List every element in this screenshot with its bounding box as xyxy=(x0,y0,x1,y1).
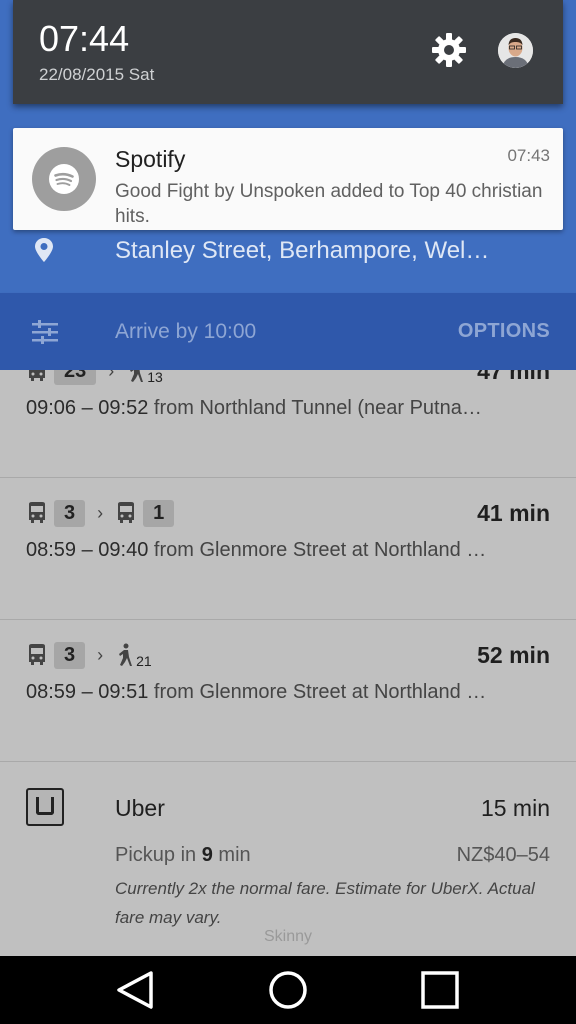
navigation-bar xyxy=(0,956,576,1024)
uber-price: NZ$40–54 xyxy=(456,844,550,866)
notification-time: 07:43 xyxy=(507,146,550,165)
walk-minutes: 21 xyxy=(136,653,152,669)
uber-eta: 15 min xyxy=(480,795,550,821)
route-times: 09:06 – 09:52 from Northland Tunnel (nea… xyxy=(26,397,482,420)
bus-number-badge: 23 xyxy=(54,370,97,385)
route-duration: 41 min xyxy=(477,500,550,526)
route-duration: 52 min xyxy=(477,642,550,668)
quick-settings-header: 07:44 22/08/2015 Sat xyxy=(13,0,563,104)
avatar[interactable] xyxy=(498,33,533,68)
pickup-prefix: Pickup in xyxy=(115,844,197,866)
route-time-range: 08:59 – 09:51 xyxy=(26,681,149,703)
clock-date: 22/08/2015 Sat xyxy=(39,65,155,84)
bus-number-badge: 1 xyxy=(143,499,175,527)
route-origin: from Glenmore Street at Northland … xyxy=(153,681,487,703)
bus-icon xyxy=(118,502,135,523)
route-legs: 3 › 21 xyxy=(26,640,152,670)
location-row[interactable]: Stanley Street, Berhampore, Wel… xyxy=(0,228,576,274)
spotify-notification[interactable]: Spotify 07:43 Good Fight by Unspoken add… xyxy=(13,128,563,230)
route-list: 23 › 13 47 min 09:06 – 09:52 from Northl… xyxy=(0,370,576,956)
uber-name: Uber xyxy=(115,795,165,821)
route-legs: 3 › 1 xyxy=(26,498,175,528)
route-item[interactable]: 23 › 13 47 min 09:06 – 09:52 from Northl… xyxy=(0,370,576,478)
user-photo-icon xyxy=(498,33,533,68)
route-item[interactable]: 3 › 21 52 min 08:59 – 09:51 from Glenmor… xyxy=(0,620,576,762)
uber-option[interactable]: Uber 15 min Pickup in 9 min NZ$40–54 Cur… xyxy=(0,762,576,956)
notification-message: Good Fight by Unspoken added to Top 40 c… xyxy=(115,181,543,227)
route-origin: from Glenmore Street at Northland … xyxy=(153,539,487,561)
walk-icon xyxy=(130,370,144,382)
walk-minutes: 13 xyxy=(147,370,163,385)
location-text: Stanley Street, Berhampore, Wel… xyxy=(115,237,490,264)
route-duration: 47 min xyxy=(477,370,550,384)
location-pin-icon xyxy=(35,238,53,262)
tune-icon[interactable] xyxy=(32,319,58,345)
route-times: 08:59 – 09:51 from Glenmore Street at No… xyxy=(26,681,486,704)
pickup-suffix: min xyxy=(218,844,251,866)
route-legs: 23 › 13 xyxy=(26,370,163,386)
route-times: 08:59 – 09:40 from Glenmore Street at No… xyxy=(26,539,486,562)
route-origin: from Northland Tunnel (near Putna… xyxy=(153,397,482,419)
spotify-icon xyxy=(32,147,96,211)
chevron-right-icon: › xyxy=(108,370,115,381)
route-item[interactable]: 3 › 1 41 min 08:59 – 09:40 from Glenmore… xyxy=(0,478,576,620)
arrive-by-label[interactable]: Arrive by 10:00 xyxy=(115,320,256,344)
uber-fare-note: Currently 2x the normal fare. Estimate f… xyxy=(115,879,535,927)
bus-icon xyxy=(29,370,45,381)
notification-app-name: Spotify xyxy=(115,146,186,172)
walk-icon xyxy=(119,643,133,666)
clock-time: 07:44 xyxy=(39,18,130,59)
bus-icon xyxy=(29,502,45,523)
route-time-range: 08:59 – 09:40 xyxy=(26,539,149,561)
back-icon[interactable] xyxy=(115,970,155,1010)
route-time-range: 09:06 – 09:52 xyxy=(26,397,149,419)
chevron-right-icon: › xyxy=(97,644,104,665)
options-bar: Arrive by 10:00 OPTIONS xyxy=(0,293,576,370)
recents-icon[interactable] xyxy=(420,970,460,1010)
options-button[interactable]: OPTIONS xyxy=(458,320,550,343)
uber-pickup: Pickup in 9 min xyxy=(115,844,251,867)
footer-label: Skinny xyxy=(263,928,313,945)
gear-icon[interactable] xyxy=(431,32,467,68)
bus-icon xyxy=(29,644,45,665)
pickup-minutes: 9 xyxy=(201,844,213,866)
bus-number-badge: 3 xyxy=(54,499,86,527)
bus-number-badge: 3 xyxy=(54,641,86,669)
uber-logo-icon xyxy=(26,788,64,826)
home-icon[interactable] xyxy=(268,970,308,1010)
chevron-right-icon: › xyxy=(97,502,104,523)
